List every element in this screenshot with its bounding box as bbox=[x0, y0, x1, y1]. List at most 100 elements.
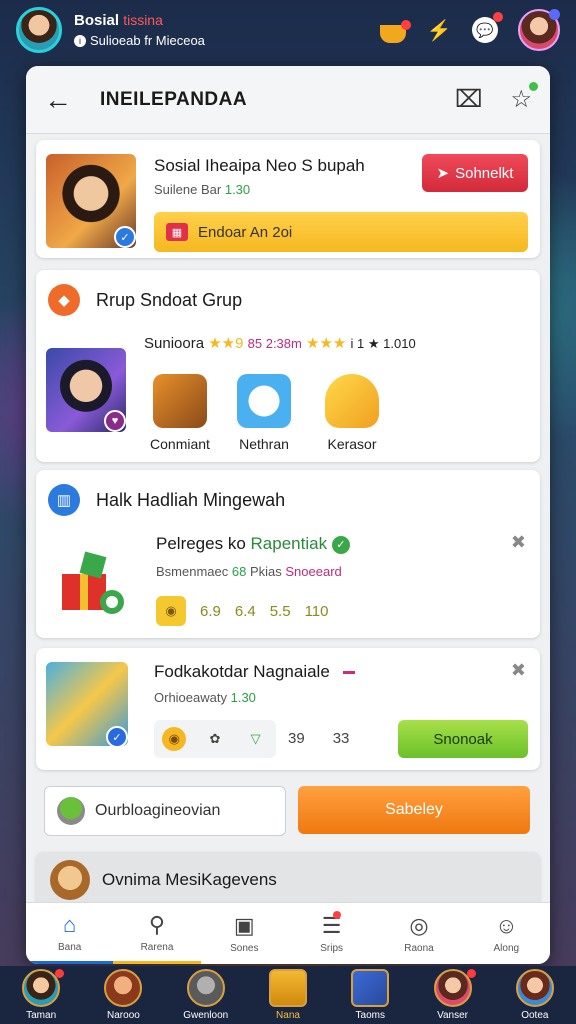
tab-label: Sones bbox=[230, 943, 259, 954]
pink-marker bbox=[342, 671, 355, 675]
stat-value: 110 bbox=[304, 602, 329, 620]
gift-section-title: Halk Hadliah Mingewah bbox=[96, 490, 286, 510]
gift-card: ▥ Halk Hadliah Mingewah Pelreges ko Rape… bbox=[36, 470, 540, 638]
nav-label: Vanser bbox=[437, 1010, 469, 1021]
back-arrow-icon[interactable]: ← bbox=[44, 84, 74, 116]
verified-icon: ✓ bbox=[106, 726, 128, 748]
puzzle-icon[interactable]: ✿ bbox=[203, 727, 227, 751]
check-icon: ✓ bbox=[331, 535, 350, 554]
nav-item[interactable]: Taoms bbox=[329, 966, 411, 1024]
featured-card: ✓ Sosial Iheaipa Neo S bupah Suilene Bar… bbox=[36, 140, 540, 258]
bottom-game-nav: Taman Narooo Gwenloon Nana Taoms Vanser … bbox=[0, 966, 576, 1024]
notification-badge bbox=[493, 12, 503, 22]
lightning-icon[interactable]: ⚡ bbox=[426, 17, 452, 43]
nav-item[interactable]: Ootea bbox=[494, 966, 576, 1024]
top-icons: ⚡ 💬 bbox=[380, 9, 560, 51]
monkey-icon bbox=[50, 860, 90, 900]
nav-label: Taman bbox=[26, 1010, 57, 1021]
gift-sub-d: Snoeeard bbox=[285, 564, 342, 579]
tab-home[interactable]: ⌂ Bana bbox=[26, 903, 114, 964]
profile-name: Bosial tissina bbox=[74, 12, 205, 29]
gift-sub-b: 68 bbox=[231, 564, 247, 579]
event-action-button[interactable]: Snonoak bbox=[398, 720, 528, 758]
shield-icon bbox=[325, 374, 379, 428]
treasure-bowl-icon[interactable] bbox=[380, 20, 411, 43]
reward-item[interactable]: Kerasor bbox=[312, 374, 392, 452]
group-rating: Sunioora ★★9 85 2:38m ★★★ i 1 ★ 1.010 bbox=[144, 334, 416, 352]
featured-sub: Suilene Bar 1.30 bbox=[154, 182, 250, 197]
reward-item[interactable]: Nethran bbox=[224, 374, 304, 452]
check-circle-icon: ◎ bbox=[409, 913, 429, 938]
featured-title: Sosial Iheaipa Neo S bupah bbox=[154, 156, 365, 175]
top-status-bar: Bosial tissina i Sulioeab fr Mieceoa ⚡ 💬 bbox=[0, 0, 576, 60]
promo-banner-label: Endoar An 2oi bbox=[198, 223, 293, 241]
tab-label: Raona bbox=[404, 943, 434, 954]
star-settings-icon[interactable]: ☆ bbox=[510, 82, 538, 114]
nav-item[interactable]: Vanser bbox=[411, 966, 493, 1024]
panel-header: ← INEILEPANDAA ⌧ ☆ bbox=[26, 66, 550, 134]
featured-sub-label: Suilene Bar bbox=[154, 182, 222, 197]
dismiss-icon[interactable]: ✖ bbox=[511, 660, 526, 681]
reward-item[interactable]: Conmiant bbox=[140, 374, 220, 452]
tab-check[interactable]: ◎ Raona bbox=[375, 903, 462, 964]
notification-badge bbox=[466, 969, 476, 978]
featured-action-button[interactable]: ➤ Sohnelkt bbox=[422, 154, 528, 192]
nav-label: Gwenloon bbox=[183, 1010, 229, 1021]
gift-section-icon: ▥ bbox=[48, 484, 80, 516]
nav-label: Ootea bbox=[521, 1010, 549, 1021]
plant-field[interactable]: Ourbloagineovian bbox=[44, 786, 286, 836]
event-number: 33 bbox=[332, 730, 350, 747]
shield-icon[interactable]: ▽ bbox=[244, 727, 268, 751]
tab-search[interactable]: ⚲ Rarena bbox=[113, 903, 201, 964]
group-section-title: Rrup Sndoat Grup bbox=[96, 290, 243, 310]
chat-icon[interactable]: 💬 bbox=[472, 12, 503, 43]
search-icon: ⚲ bbox=[148, 911, 166, 937]
info-icon: i bbox=[74, 34, 86, 47]
tab-box[interactable]: ▣ Sones bbox=[201, 903, 288, 964]
online-dot bbox=[529, 82, 538, 91]
nav-item[interactable]: Nana bbox=[247, 966, 329, 1024]
notification-badge bbox=[55, 969, 65, 978]
reward-label: Kerasor bbox=[327, 436, 377, 452]
gift-title-text: Pelreges ko bbox=[156, 534, 246, 553]
tab-bar: ⌂ Bana ⚲ Rarena ▣ Sones ☰ Srips ◎ Raona … bbox=[26, 902, 550, 964]
event-sub-label: Orhioeawaty bbox=[154, 690, 227, 705]
promo-banner[interactable]: ▦ Endoar An 2oi bbox=[154, 212, 528, 252]
featured-sub-value: 1.30 bbox=[224, 182, 251, 197]
nav-item[interactable]: Taman bbox=[0, 966, 82, 1024]
reward-label: Conmiant bbox=[150, 436, 210, 452]
robot-avatar-icon bbox=[186, 969, 225, 1007]
rating-count: 85 2:38m bbox=[247, 336, 302, 351]
tab-profile[interactable]: ☺ Along bbox=[463, 903, 550, 964]
tab-list[interactable]: ☰ Srips bbox=[288, 903, 375, 964]
nav-item[interactable]: Narooo bbox=[82, 966, 164, 1024]
gift-sub-a: Bsmenmaec bbox=[156, 564, 229, 579]
main-panel: ← INEILEPANDAA ⌧ ☆ ✓ Sosial Iheaipa Neo … bbox=[26, 66, 550, 964]
event-icon-row: ◉ ✿ ▽ bbox=[154, 720, 276, 758]
page-title: INEILEPANDAA bbox=[100, 88, 248, 110]
gift-sub-c: Pkias bbox=[249, 564, 282, 579]
grid-icon bbox=[268, 969, 307, 1007]
profile-avatar[interactable] bbox=[16, 7, 62, 53]
orange-action-button[interactable]: Sabeley bbox=[298, 786, 530, 834]
dismiss-icon[interactable]: ✖ bbox=[511, 532, 526, 553]
event-numbers: 39 33 bbox=[288, 730, 349, 747]
gift-title: Pelreges ko Rapentiak ✓ bbox=[156, 534, 350, 554]
plant-icon bbox=[57, 797, 85, 825]
nav-item[interactable]: Gwenloon bbox=[165, 966, 247, 1024]
event-sub-value: 1.30 bbox=[230, 690, 256, 705]
profile-name-text: Bosial bbox=[74, 12, 120, 29]
gift-stats: ◉ 6.9 6.4 5.5 110 bbox=[156, 596, 329, 626]
reward-label: Nethran bbox=[239, 436, 289, 452]
friend-avatar[interactable] bbox=[518, 9, 560, 51]
plant-field-label: Ourbloagineovian bbox=[95, 802, 221, 819]
coin-icon: ◉ bbox=[156, 596, 186, 626]
header-actions: ⌧ ☆ bbox=[455, 82, 538, 114]
coin-icon[interactable]: ◉ bbox=[162, 727, 187, 751]
gift-box-icon bbox=[62, 551, 124, 614]
bookmark-off-icon[interactable]: ⌧ bbox=[455, 85, 483, 114]
nav-label: Nana bbox=[276, 1010, 300, 1021]
tab-label: Bana bbox=[57, 941, 82, 953]
profile-sub-text: Sulioeab fr Mieceoa bbox=[90, 33, 205, 48]
box-icon: ▣ bbox=[233, 913, 255, 938]
